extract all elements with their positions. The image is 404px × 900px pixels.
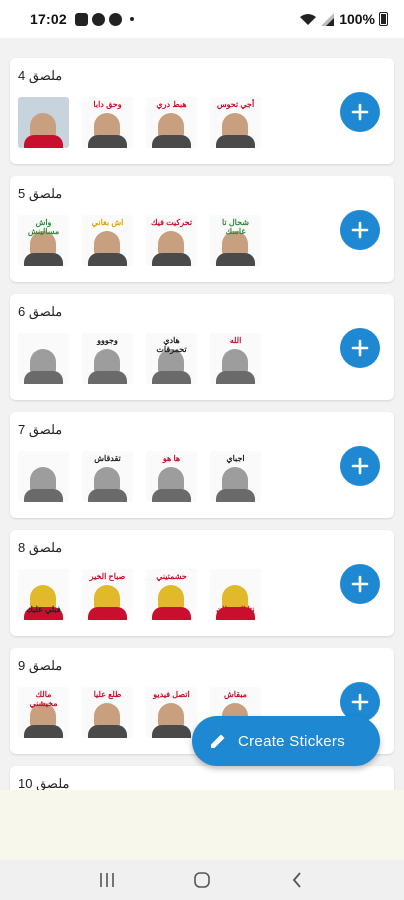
sticker-thumbnail: شحال تا غاسك (210, 215, 261, 266)
pack-title: ملصق 10 (18, 776, 70, 790)
pack-title: ملصق 7 (18, 422, 63, 437)
home-button[interactable] (187, 865, 217, 895)
sticker-thumbnail: حشمتيني (146, 569, 197, 620)
pack-title: ملصق 8 (18, 540, 63, 555)
add-to-whatsapp-button[interactable] (340, 210, 380, 250)
sticker-previews: تقدقاش ها هو اجباي (18, 451, 261, 502)
add-to-whatsapp-button[interactable] (340, 446, 380, 486)
sticker-thumbnail: صباح الخير (82, 569, 133, 620)
sticker-thumbnail (18, 451, 69, 502)
gallery-icon (74, 12, 88, 26)
pencil-icon (211, 734, 225, 748)
sticker-thumbnail: الله (210, 333, 261, 384)
sticker-pack-card[interactable]: ملصق 5 واش مسالينش اش بغاني تحركيت فيك ش… (10, 176, 394, 282)
pack-title: ملصق 5 (18, 186, 63, 201)
pack-title: ملصق 9 (18, 658, 63, 673)
sticker-thumbnail: ها هو (146, 451, 197, 502)
recent-apps-icon (100, 873, 115, 887)
add-to-whatsapp-button[interactable] (340, 564, 380, 604)
sticker-pack-card[interactable]: ملصق 10 (10, 766, 394, 790)
status-right: 100% (299, 11, 388, 27)
add-to-whatsapp-button[interactable] (340, 92, 380, 132)
sticker-previews: واش مسالينش اش بغاني تحركيت فيك شحال تا … (18, 215, 261, 266)
pack-title: ملصق 6 (18, 304, 63, 319)
sticker-previews: وجووو هادي تحمرقات الله (18, 333, 261, 384)
home-icon (194, 872, 210, 888)
sticker-pack-card[interactable]: ملصق 6 وجووو هادي تحمرقات الله (10, 294, 394, 400)
bottom-banner-area (0, 790, 404, 860)
sticker-thumbnail: مالك مخيشني (18, 687, 69, 738)
plus-icon (351, 575, 369, 593)
sticker-thumbnail: تقدقاش (82, 451, 133, 502)
sticker-pack-card[interactable]: ملصق 7 تقدقاش ها هو اجباي (10, 412, 394, 518)
plus-icon (351, 457, 369, 475)
status-bar: 17:02 100% (0, 0, 404, 38)
pack-title: ملصق 4 (18, 68, 63, 83)
sticker-thumbnail: أجي تحوس (210, 97, 261, 148)
status-time: 17:02 (30, 11, 67, 27)
sticker-pack-card[interactable]: ملصق 4 وحق دابا هبط دري أجي تحوس (10, 58, 394, 164)
sticker-thumbnail: اتصل فيديو (146, 687, 197, 738)
sticker-previews: فبلي عليك صباح الخير حشمتيني نتا الشيطان (18, 569, 261, 620)
sticker-thumbnail (18, 333, 69, 384)
plus-icon (351, 221, 369, 239)
sticker-thumbnail: فبلي عليك (18, 569, 69, 620)
sticker-thumbnail: اجباي (210, 451, 261, 502)
add-to-whatsapp-button[interactable] (340, 328, 380, 368)
signal-icon (321, 12, 335, 26)
sticker-previews: وحق دابا هبط دري أجي تحوس (18, 97, 261, 148)
battery-text: 100% (339, 11, 375, 27)
more-notifications-dot-icon (129, 17, 134, 21)
wifi-icon (300, 13, 317, 25)
plus-icon (351, 103, 369, 121)
plus-icon (351, 693, 369, 711)
sticker-thumbnail: هبط دري (146, 97, 197, 148)
create-stickers-label: Create Stickers (238, 732, 346, 750)
system-navigation-bar (0, 860, 404, 900)
sticker-thumbnail: طلع عليا (82, 687, 133, 738)
whatsapp-icon (108, 12, 122, 26)
sticker-thumbnail: نتا الشيطان (210, 569, 261, 620)
back-icon (292, 872, 301, 888)
messenger-icon (91, 12, 105, 26)
back-button[interactable] (282, 865, 312, 895)
sticker-thumbnail: واش مسالينش (18, 215, 69, 266)
create-stickers-button[interactable]: Create Stickers (192, 716, 380, 766)
sticker-thumbnail: هادي تحمرقات (146, 333, 197, 384)
sticker-pack-card[interactable]: ملصق 8 فبلي عليك صباح الخير حشمتيني نتا … (10, 530, 394, 636)
notification-icons (74, 12, 134, 26)
sticker-thumbnail: وجووو (82, 333, 133, 384)
sticker-pack-list[interactable]: ملصق 4 وحق دابا هبط دري أجي تحوس ملصق 5 … (0, 38, 404, 790)
sticker-thumbnail: وحق دابا (82, 97, 133, 148)
battery-icon (379, 12, 388, 26)
recent-apps-button[interactable] (92, 865, 122, 895)
sticker-thumbnail (18, 97, 69, 148)
sticker-thumbnail: اش بغاني (82, 215, 133, 266)
sticker-thumbnail: تحركيت فيك (146, 215, 197, 266)
plus-icon (351, 339, 369, 357)
